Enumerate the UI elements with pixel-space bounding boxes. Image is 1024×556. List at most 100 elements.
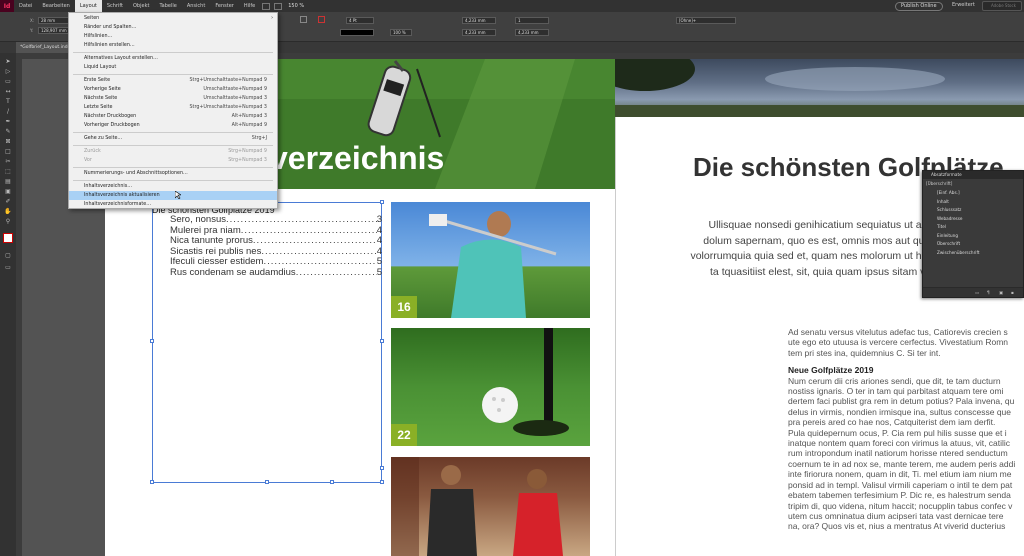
- style-item[interactable]: Einleitung: [923, 232, 1023, 241]
- frame-handle[interactable]: [380, 466, 384, 470]
- style-item[interactable]: Überschrift: [923, 240, 1023, 249]
- transform-tool-icon[interactable]: ⬚: [4, 169, 12, 175]
- fill-stroke-swatch-icon[interactable]: [3, 233, 13, 243]
- menu-item-nummerierung[interactable]: Nummerierungs- und Abschnittsoptionen…: [69, 169, 277, 178]
- document-tab[interactable]: *Golfbrief_Layout.indd: [16, 42, 72, 53]
- object-style-select[interactable]: [Ohne]+: [676, 17, 736, 24]
- columns-field[interactable]: 1: [515, 17, 549, 24]
- menu-bearbeiten[interactable]: Bearbeiten: [37, 0, 74, 12]
- stroke-type-field[interactable]: [340, 29, 374, 36]
- workspace-switcher[interactable]: Erweitert: [952, 2, 975, 8]
- menu-tabelle[interactable]: Tabelle: [154, 0, 181, 12]
- menu-datei[interactable]: Datei: [14, 0, 37, 12]
- formatting-container-icon[interactable]: ▢: [4, 253, 12, 259]
- golf-ball-photo[interactable]: 22: [391, 328, 590, 446]
- scissors-tool-icon[interactable]: ✂: [4, 159, 12, 165]
- direct-selection-tool-icon[interactable]: ▷: [4, 69, 12, 75]
- scale-x-field[interactable]: 100 %: [390, 29, 412, 36]
- menu-item-zurueck[interactable]: Zurück Strg+Numpad 9: [69, 147, 277, 156]
- note-tool-icon[interactable]: ▣: [4, 189, 12, 195]
- style-item[interactable]: [Einf. Abs.]: [923, 189, 1023, 198]
- menu-item-label: Vorherige Seite: [84, 87, 121, 92]
- body-line: ponsid ad in templ. Valisul virmili cape…: [788, 479, 1013, 490]
- gradient-tool-icon[interactable]: ▤: [4, 179, 12, 185]
- fill-swatch-icon[interactable]: [300, 16, 307, 23]
- style-item[interactable]: Webadresse: [923, 215, 1023, 224]
- stock-search-input[interactable]: Adobe Stock: [982, 1, 1022, 11]
- hand-tool-icon[interactable]: ✋: [4, 209, 12, 215]
- folder-icon[interactable]: ▭: [975, 290, 979, 295]
- menu-item-vorheriger-druckbogen[interactable]: Vorheriger Druckbogen Alt+Numpad 9: [69, 121, 277, 130]
- menu-item-naechste-seite[interactable]: Nächste Seite Umschalttaste+Numpad 3: [69, 94, 277, 103]
- y-field[interactable]: 128,907 mm: [38, 27, 72, 34]
- frame-handle[interactable]: [380, 480, 384, 484]
- menu-fenster[interactable]: Fenster: [210, 0, 239, 12]
- menu-item-inhaltsverzeichnis[interactable]: Inhaltsverzeichnis…: [69, 182, 277, 191]
- frame-handle[interactable]: [265, 480, 269, 484]
- zoom-tool-icon[interactable]: ⚲: [4, 219, 12, 225]
- screen-mode-icon[interactable]: ▭: [4, 265, 12, 271]
- menu-ansicht[interactable]: Ansicht: [182, 0, 210, 12]
- type-tool-icon[interactable]: T: [4, 99, 12, 105]
- frame-handle[interactable]: [330, 480, 334, 484]
- rectangle-tool-icon[interactable]: □: [4, 149, 12, 155]
- frame-handle[interactable]: [150, 339, 154, 343]
- paragraph-styles-panel[interactable]: Absatzformate [Überschrift] [Einf. Abs.]…: [922, 170, 1024, 298]
- menu-layout[interactable]: Layout: [74, 0, 102, 12]
- menu-item-hilfslinien[interactable]: Hilfslinien…: [69, 32, 277, 41]
- trash-icon[interactable]: ▪: [1011, 290, 1014, 295]
- eyedropper-tool-icon[interactable]: ✐: [4, 199, 12, 205]
- toc-leader: ........................................…: [252, 236, 377, 246]
- page-number-badge: 16: [391, 296, 417, 318]
- menu-item-naechster-druckbogen[interactable]: Nächster Druckbogen Alt+Numpad 3: [69, 112, 277, 121]
- gutter-field[interactable]: 4,233 mm: [515, 29, 549, 36]
- menu-item-letzte-seite[interactable]: Letzte Seite Strg+Umschalttaste+Numpad 3: [69, 103, 277, 112]
- page-tool-icon[interactable]: ▭: [4, 79, 12, 85]
- view-options-icon[interactable]: [274, 2, 283, 10]
- clear-overrides-icon[interactable]: ¶: [987, 290, 990, 295]
- stroke-weight-field[interactable]: 4 Pt: [346, 17, 374, 24]
- selection-tool-icon[interactable]: ➤: [4, 59, 12, 65]
- menu-item-liquid-layout[interactable]: Liquid Layout: [69, 63, 277, 72]
- menu-item-vor[interactable]: Vor Strg+Numpad 3: [69, 156, 277, 165]
- frame-handle[interactable]: [380, 200, 384, 204]
- style-item[interactable]: Titel: [923, 223, 1023, 232]
- menu-item-erste-seite[interactable]: Erste Seite Strg+Umschalttaste+Numpad 9: [69, 76, 277, 85]
- menu-item-seiten[interactable]: Seiten ›: [69, 14, 277, 23]
- zoom-level[interactable]: 150 %: [284, 3, 308, 9]
- toc-leader: ........................................…: [295, 267, 377, 278]
- frame-handle[interactable]: [150, 480, 154, 484]
- golf-shop-photo[interactable]: [391, 457, 590, 556]
- bridge-icon[interactable]: [262, 2, 271, 10]
- style-item[interactable]: Zwischenüberschrift: [923, 249, 1023, 258]
- golfer-swing-photo[interactable]: 16: [391, 202, 590, 318]
- gap-field-2[interactable]: 4,233 mm: [462, 29, 496, 36]
- menu-item-alt-layout[interactable]: Alternatives Layout erstellen…: [69, 54, 277, 63]
- new-style-icon[interactable]: ▣: [999, 290, 1003, 295]
- rectangle-frame-tool-icon[interactable]: ⊠: [4, 139, 12, 145]
- gap-field-1[interactable]: 4,233 mm: [462, 17, 496, 24]
- style-item[interactable]: Schlusssatz: [923, 206, 1023, 215]
- menu-item-gehe-zu-seite[interactable]: Gehe zu Seite… Strg+J: [69, 134, 277, 143]
- pencil-tool-icon[interactable]: ✎: [4, 129, 12, 135]
- publish-online-button[interactable]: Publish Online: [895, 2, 943, 11]
- menu-hilfe[interactable]: Hilfe: [239, 0, 260, 12]
- x-field[interactable]: 28 mm: [38, 17, 72, 24]
- stroke-swatch-icon[interactable]: [318, 16, 325, 23]
- style-item[interactable]: Inhalt: [923, 198, 1023, 207]
- right-hero-image[interactable]: [615, 59, 1024, 117]
- frame-handle[interactable]: [380, 339, 384, 343]
- panel-title[interactable]: Absatzformate: [923, 171, 1023, 179]
- menu-item-vorherige-seite[interactable]: Vorherige Seite Umschalttaste+Numpad 9: [69, 85, 277, 94]
- menu-item-inhaltsverzeichnisformate[interactable]: Inhaltsverzeichnisformate…: [69, 200, 277, 209]
- menu-schrift[interactable]: Schrift: [102, 0, 128, 12]
- toc-entry-page: 4: [376, 236, 382, 246]
- menu-item-raender[interactable]: Ränder und Spalten…: [69, 23, 277, 32]
- menu-item-hilfslinien-erstellen[interactable]: Hilfslinien erstellen…: [69, 41, 277, 50]
- gap-tool-icon[interactable]: ↔: [4, 89, 12, 95]
- menu-item-inhaltsverzeichnis-aktualisieren[interactable]: Inhaltsverzeichnis aktualisieren: [69, 191, 277, 200]
- body-subheading: Neue Golfplätze 2019: [788, 365, 874, 376]
- menu-objekt[interactable]: Objekt: [128, 0, 154, 12]
- pen-tool-icon[interactable]: ✒: [4, 119, 12, 125]
- line-tool-icon[interactable]: /: [4, 109, 12, 115]
